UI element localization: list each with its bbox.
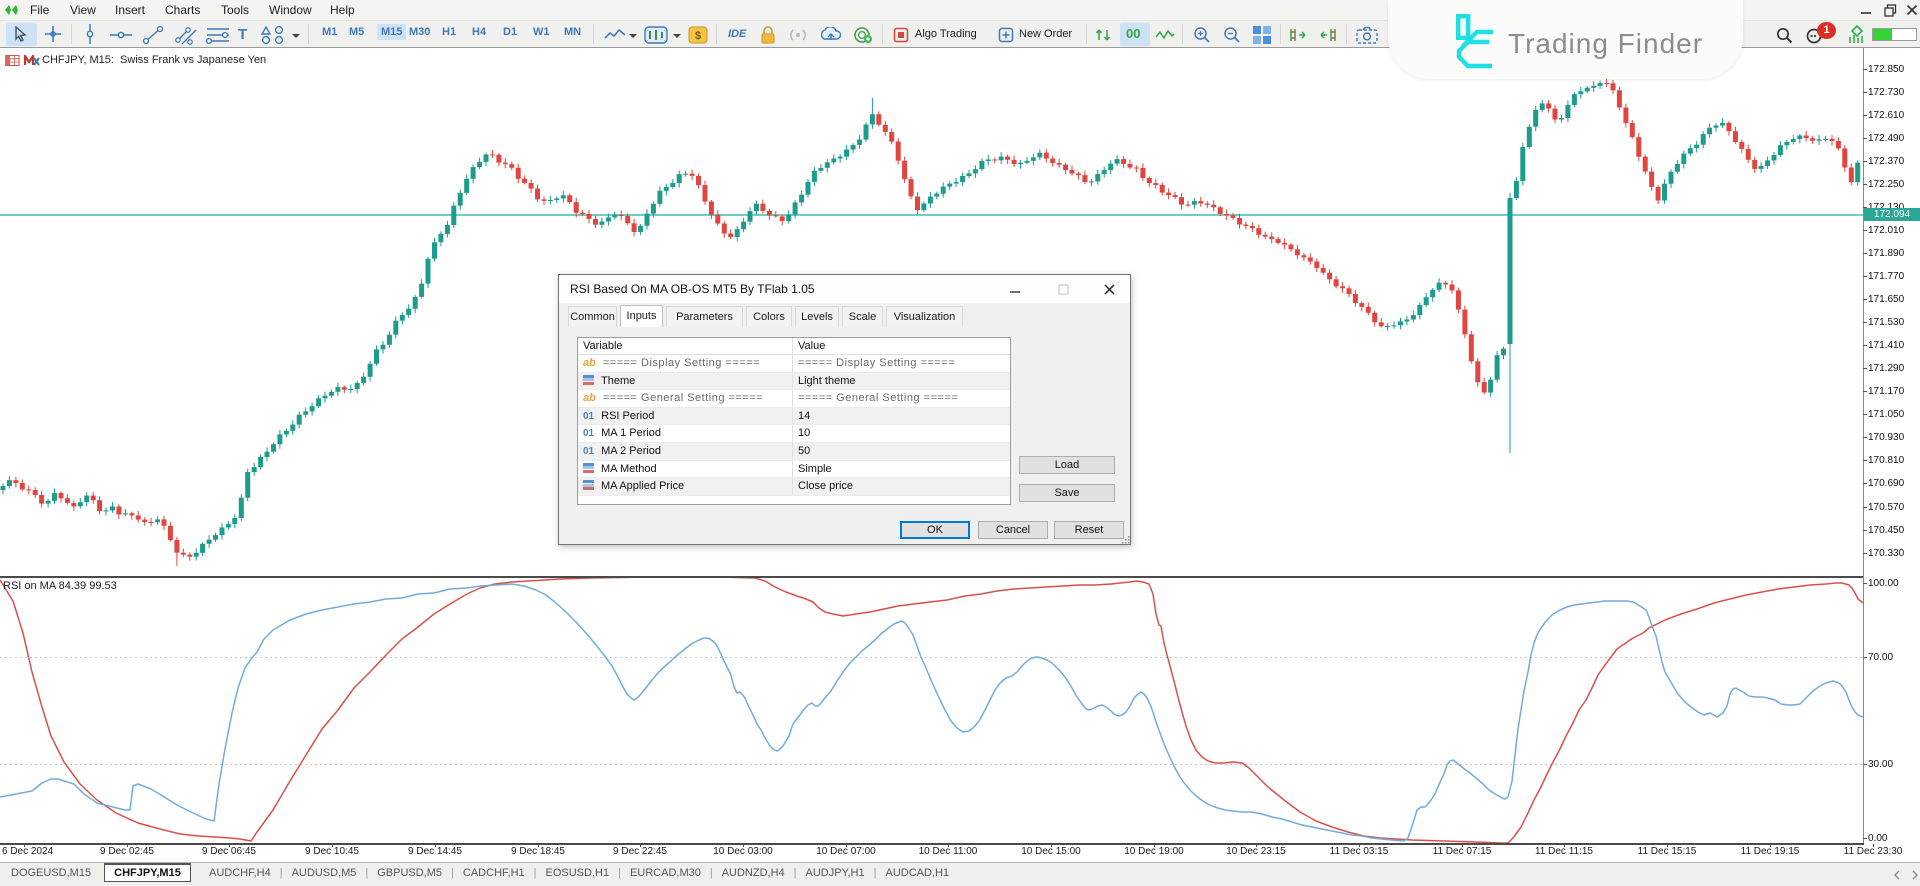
svg-text:$: $	[695, 30, 701, 42]
